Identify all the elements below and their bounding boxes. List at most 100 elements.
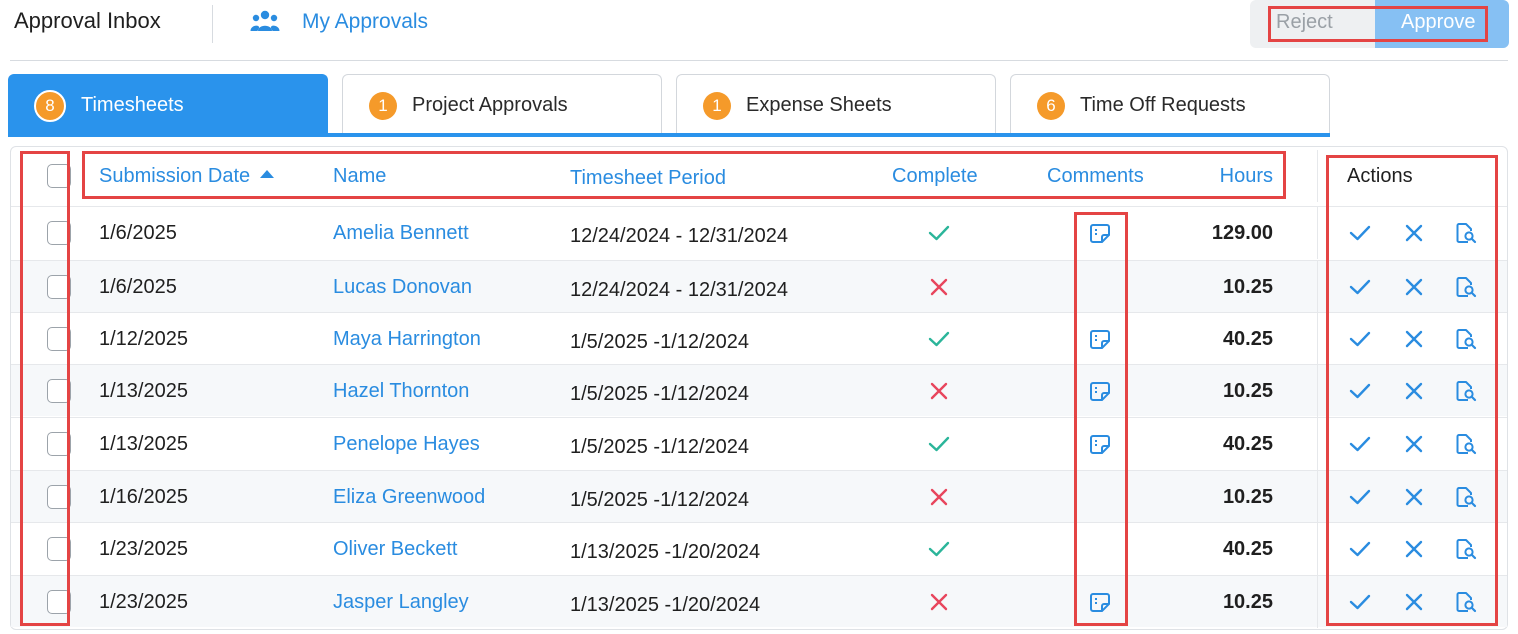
table-row: 1/12/2025 Maya Harrington 1/5/2025 -1/12… (11, 312, 1507, 365)
actions-divider (1317, 418, 1318, 470)
incomplete-cross-icon (927, 576, 951, 628)
row-checkbox[interactable] (47, 313, 71, 365)
tab-count-badge: 8 (34, 89, 66, 122)
table-row: 1/6/2025 Lucas Donovan 12/24/2024 - 12/3… (11, 260, 1507, 313)
column-header-hours[interactable]: Hours (1191, 150, 1273, 202)
my-approvals-label: My Approvals (302, 10, 429, 33)
employee-name-link[interactable]: Hazel Thornton (333, 365, 469, 417)
approve-row-icon[interactable] (1347, 418, 1373, 470)
approve-row-icon[interactable] (1347, 523, 1373, 575)
comment-icon[interactable] (1087, 365, 1113, 417)
employee-name-link[interactable]: Oliver Beckett (333, 523, 457, 575)
approve-button[interactable]: Approve (1375, 0, 1509, 48)
comment-icon[interactable] (1087, 207, 1113, 259)
timesheet-period-cell: 1/13/2025 -1/20/2024 (570, 540, 761, 563)
actions-divider (1317, 150, 1318, 202)
column-header-comments[interactable]: Comments (1047, 150, 1144, 202)
approve-row-icon[interactable] (1347, 365, 1373, 417)
hours-cell: 129.00 (1211, 221, 1273, 244)
row-checkbox[interactable] (47, 261, 71, 313)
actions-divider (1317, 576, 1318, 628)
review-document-icon[interactable] (1453, 471, 1479, 523)
row-checkbox[interactable] (47, 471, 71, 523)
column-header-name[interactable]: Name (333, 150, 386, 202)
approve-row-icon[interactable] (1347, 576, 1373, 628)
employee-name-link[interactable]: Penelope Hayes (333, 418, 480, 470)
title-divider (212, 5, 213, 43)
complete-check-icon (927, 418, 951, 470)
reject-row-icon[interactable] (1401, 313, 1427, 365)
tab-expense-sheets[interactable]: 1 Expense Sheets (676, 74, 996, 136)
review-document-icon[interactable] (1453, 523, 1479, 575)
timesheet-period-cell: 1/5/2025 -1/12/2024 (570, 330, 750, 353)
comment-icon[interactable] (1087, 418, 1113, 470)
top-bar: Approval Inbox My Approvals Reject Appro… (0, 0, 1518, 60)
timesheet-period-cell: 12/24/2024 - 12/31/2024 (570, 224, 788, 247)
incomplete-cross-icon (927, 261, 951, 313)
employee-name-link[interactable]: Amelia Bennett (333, 207, 469, 259)
submission-date-cell: 1/13/2025 (99, 432, 188, 455)
table-row: 1/6/2025 Amelia Bennett 12/24/2024 - 12/… (11, 206, 1507, 259)
reject-row-icon[interactable] (1401, 418, 1427, 470)
tab-label: Timesheets (81, 94, 184, 116)
table-row: 1/23/2025 Oliver Beckett 1/13/2025 -1/20… (11, 522, 1507, 575)
tab-project-approvals[interactable]: 1 Project Approvals (342, 74, 662, 136)
submission-date-cell: 1/23/2025 (99, 590, 188, 613)
select-all-checkbox[interactable] (47, 150, 71, 202)
column-header-label: Submission Date (99, 164, 251, 187)
column-header-submission-date[interactable]: Submission Date (99, 150, 275, 202)
row-checkbox[interactable] (47, 418, 71, 470)
reject-row-icon[interactable] (1401, 365, 1427, 417)
approve-row-icon[interactable] (1347, 207, 1373, 259)
review-document-icon[interactable] (1453, 365, 1479, 417)
my-approvals-link[interactable]: My Approvals (250, 9, 428, 35)
timesheet-period-cell: 1/5/2025 -1/12/2024 (570, 382, 750, 405)
timesheet-period-cell: 1/13/2025 -1/20/2024 (570, 593, 761, 616)
submission-date-cell: 1/6/2025 (99, 221, 177, 244)
reject-button[interactable]: Reject (1270, 8, 1374, 41)
submission-date-cell: 1/16/2025 (99, 485, 188, 508)
table-row: 1/23/2025 Jasper Langley 1/13/2025 -1/20… (11, 575, 1507, 628)
row-checkbox[interactable] (47, 523, 71, 575)
review-document-icon[interactable] (1453, 313, 1479, 365)
row-checkbox[interactable] (47, 365, 71, 417)
approve-row-icon[interactable] (1347, 471, 1373, 523)
submission-date-cell: 1/6/2025 (99, 275, 177, 298)
comment-icon[interactable] (1087, 313, 1113, 365)
tab-time-off-requests[interactable]: 6 Time Off Requests (1010, 74, 1330, 136)
comment-icon[interactable] (1087, 576, 1113, 628)
hours-cell: 10.25 (1222, 275, 1273, 298)
employee-name-link[interactable]: Maya Harrington (333, 313, 481, 365)
timesheet-period-cell: 12/24/2024 - 12/31/2024 (570, 278, 788, 301)
employee-name-link[interactable]: Lucas Donovan (333, 261, 472, 313)
employee-name-link[interactable]: Eliza Greenwood (333, 471, 485, 523)
table-row: 1/13/2025 Penelope Hayes 1/5/2025 -1/12/… (11, 417, 1507, 470)
approve-row-icon[interactable] (1347, 313, 1373, 365)
review-document-icon[interactable] (1453, 418, 1479, 470)
reject-row-icon[interactable] (1401, 207, 1427, 259)
column-header-timesheet-period[interactable]: Timesheet Period (570, 152, 726, 204)
row-checkbox[interactable] (47, 576, 71, 628)
review-document-icon[interactable] (1453, 576, 1479, 628)
row-checkbox[interactable] (47, 207, 71, 259)
reject-row-icon[interactable] (1401, 523, 1427, 575)
actions-divider (1317, 471, 1318, 523)
hours-cell: 40.25 (1222, 537, 1273, 560)
sort-ascending-icon (260, 170, 275, 178)
header-divider (10, 60, 1508, 61)
review-document-icon[interactable] (1453, 261, 1479, 313)
submission-date-cell: 1/13/2025 (99, 379, 188, 402)
tab-timesheets[interactable]: 8 Timesheets (8, 74, 328, 136)
reject-row-icon[interactable] (1401, 261, 1427, 313)
reject-row-icon[interactable] (1401, 471, 1427, 523)
column-header-complete[interactable]: Complete (892, 150, 978, 202)
review-document-icon[interactable] (1453, 207, 1479, 259)
tab-bar: 8 Timesheets 1 Project Approvals 1 Expen… (8, 74, 1330, 136)
approve-row-icon[interactable] (1347, 261, 1373, 313)
hours-cell: 40.25 (1222, 432, 1273, 455)
active-tab-underline (8, 133, 1330, 137)
tab-count-badge: 1 (369, 91, 397, 120)
employee-name-link[interactable]: Jasper Langley (333, 576, 469, 628)
reject-row-icon[interactable] (1401, 576, 1427, 628)
actions-divider (1317, 207, 1318, 259)
